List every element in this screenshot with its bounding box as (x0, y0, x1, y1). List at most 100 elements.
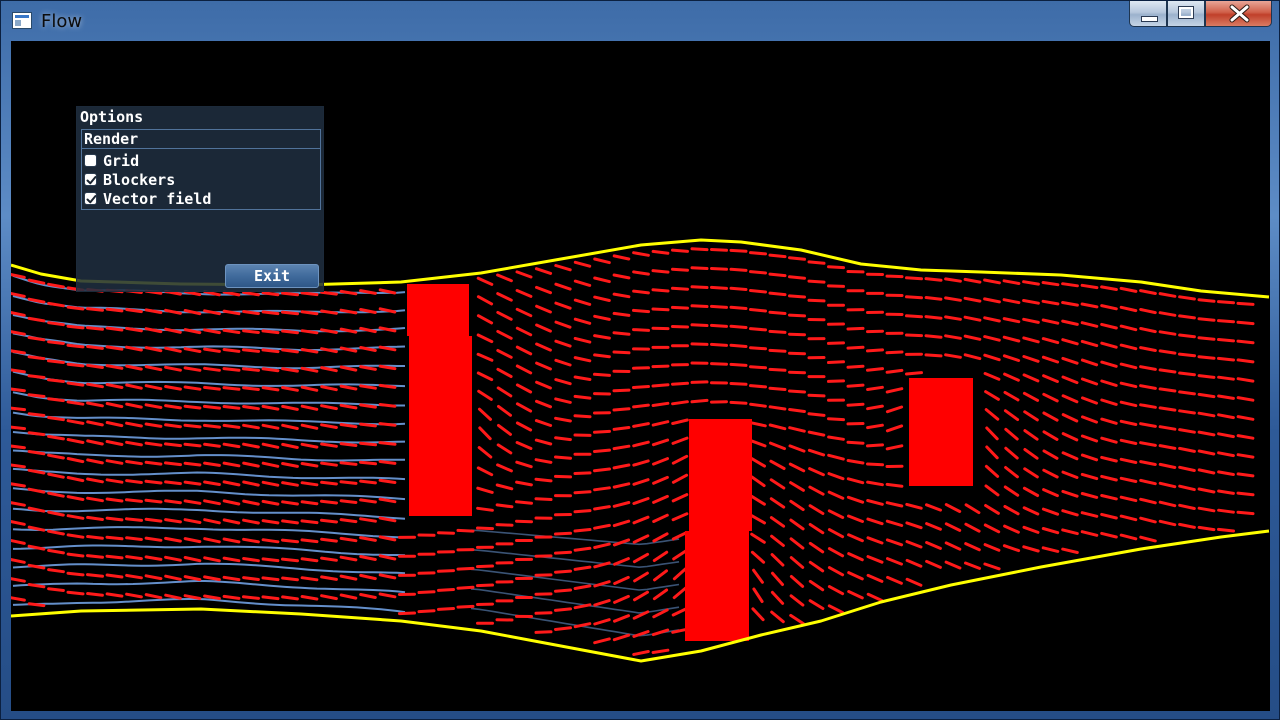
vector-arrow (632, 478, 650, 486)
vector-arrow (866, 517, 884, 526)
vector-arrow (476, 352, 494, 362)
vector-arrow (125, 517, 143, 522)
vector-arrow (1042, 430, 1059, 441)
vector-arrow (1003, 485, 1020, 497)
vector-arrow (144, 460, 163, 466)
vector-arrow (671, 381, 689, 386)
vector-arrow (261, 576, 280, 582)
vector-arrow (66, 324, 85, 330)
vector-arrow (320, 366, 338, 373)
vector-arrow (593, 523, 611, 530)
vector-arrow (359, 422, 377, 428)
vector-arrow (378, 460, 397, 465)
grid-checkbox[interactable] (84, 154, 97, 167)
vector-arrow (1022, 280, 1040, 286)
vector-arrow (242, 367, 260, 372)
vector-arrow (534, 267, 553, 275)
render-group-header[interactable]: Render (82, 130, 320, 149)
vector-arrow (1100, 360, 1118, 368)
vector-arrow (203, 461, 221, 467)
vector-arrow (515, 460, 533, 469)
vector-arrow (1022, 373, 1040, 383)
vector-arrow (672, 586, 688, 600)
vector-arrow (497, 404, 512, 417)
vector-arrow (183, 366, 202, 372)
vector-arrow (984, 390, 1000, 401)
vector-arrow (1080, 511, 1099, 518)
checkmark-icon (86, 176, 97, 185)
vector-arrow (690, 304, 709, 308)
vector-arrow (788, 370, 806, 375)
vector-arrow (261, 329, 280, 335)
vector-arrow (378, 422, 397, 427)
blocker (685, 531, 749, 641)
vector-arrow (573, 584, 592, 590)
vector-arrow (710, 342, 728, 347)
vector-arrow (1081, 415, 1098, 424)
option-grid[interactable]: Grid (84, 152, 314, 170)
vector-arrow (1061, 547, 1079, 554)
vector-arrow (515, 480, 533, 487)
vector-arrow (944, 296, 962, 302)
vector-arrow (1061, 509, 1079, 517)
close-button[interactable] (1205, 1, 1272, 27)
vector-arrow (905, 558, 923, 568)
vector-arrow (476, 583, 494, 588)
vector-arrow (144, 479, 163, 485)
vector-arrow (300, 462, 319, 468)
vector-arrow (144, 384, 163, 391)
blocker (409, 336, 472, 516)
blockers-layer (407, 284, 973, 641)
title-bar[interactable]: Flow (1, 1, 1279, 41)
vector-arrow (768, 272, 787, 278)
vector-arrow (320, 499, 338, 505)
vector-arrow (1139, 308, 1157, 315)
vector-arrow (1061, 375, 1079, 385)
vector-arrow (1139, 535, 1157, 543)
vector-arrow (1158, 330, 1177, 336)
vector-arrow (105, 573, 124, 579)
option-vector-field[interactable]: Vector field (84, 190, 314, 208)
vector-arrow (476, 506, 494, 512)
vector-arrow (359, 536, 377, 542)
vector-arrow (1197, 392, 1216, 399)
vector-arrow (612, 407, 631, 412)
vector-arrow (632, 328, 650, 332)
vector-arrow (1042, 468, 1059, 479)
vector-arrow (183, 347, 202, 353)
vector-arrow (632, 552, 650, 564)
maximize-button[interactable] (1167, 1, 1205, 27)
vector-arrow (47, 472, 65, 479)
vector-arrow (885, 444, 904, 451)
vector-arrow (788, 256, 806, 261)
blockers-checkbox[interactable] (84, 173, 97, 186)
vector-arrow (183, 385, 202, 391)
vector-arrow (359, 573, 377, 581)
vector-arrow (1119, 286, 1138, 293)
vector-arrow (750, 532, 766, 544)
vector-arrow (1042, 488, 1059, 498)
vector-arrow (866, 423, 884, 430)
vector-arrow (1236, 377, 1255, 383)
vector-arrow (788, 332, 806, 337)
vector-arrow (1003, 372, 1020, 382)
minimize-button[interactable] (1129, 1, 1167, 27)
vector-arrow (183, 404, 202, 410)
vector-field-checkbox[interactable] (84, 192, 97, 205)
option-blockers[interactable]: Blockers (84, 171, 314, 189)
vector-arrow (1041, 355, 1060, 364)
vector-arrow (612, 254, 631, 261)
vector-arrow (378, 403, 397, 408)
vector-arrow (27, 431, 46, 437)
vector-arrow (222, 348, 241, 353)
vector-arrow (47, 359, 65, 364)
vector-arrow (593, 353, 611, 359)
vector-arrow (963, 353, 982, 361)
vector-arrow (320, 537, 338, 543)
vector-arrow (203, 575, 221, 582)
exit-button[interactable]: Exit (225, 264, 319, 288)
vector-arrow (964, 522, 981, 533)
vector-arrow (125, 536, 143, 541)
vector-arrow (1022, 336, 1040, 344)
vector-arrow (1119, 438, 1138, 445)
